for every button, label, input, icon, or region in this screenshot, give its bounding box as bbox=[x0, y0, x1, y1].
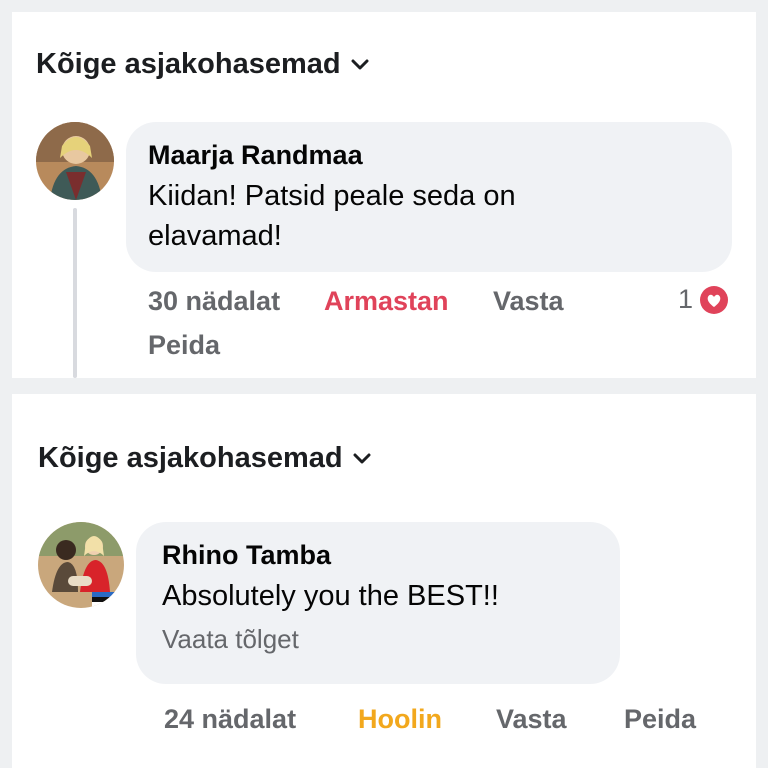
sort-dropdown[interactable]: Kõige asjakohasemad bbox=[38, 442, 371, 475]
reaction-button[interactable]: Armastan bbox=[324, 286, 449, 317]
comment-bubble[interactable]: Rhino Tamba Absolutely you the BEST!! Va… bbox=[136, 522, 620, 684]
reaction-button[interactable]: Hoolin bbox=[358, 704, 442, 735]
comment-text: Kiidan! Patsid peale seda on elavamad! bbox=[148, 180, 516, 252]
reaction-count[interactable]: 1 bbox=[678, 284, 729, 315]
hide-button[interactable]: Peida bbox=[148, 330, 220, 361]
reply-button[interactable]: Vasta bbox=[493, 286, 564, 317]
sort-label: Kõige asjakohasemad bbox=[38, 442, 343, 474]
avatar-image bbox=[36, 122, 114, 200]
comment-time[interactable]: 30 nädalat bbox=[148, 286, 280, 317]
chevron-down-icon bbox=[353, 453, 371, 463]
see-translation-link[interactable]: Vaata tõlget bbox=[162, 624, 594, 655]
comment-author[interactable]: Rhino Tamba bbox=[162, 538, 594, 572]
sort-dropdown[interactable]: Kõige asjakohasemad bbox=[36, 48, 369, 81]
comment-card: Kõige asjakohasemad Maarja Randmaa Kiida… bbox=[12, 12, 756, 378]
comment-bubble[interactable]: Maarja Randmaa Kiidan! Patsid peale seda… bbox=[126, 122, 732, 272]
comment-text: Absolutely you the BEST!! bbox=[162, 580, 499, 612]
chevron-down-icon bbox=[351, 59, 369, 69]
sort-label: Kõige asjakohasemad bbox=[36, 48, 341, 80]
reaction-count-value: 1 bbox=[678, 284, 694, 314]
comment-time[interactable]: 24 nädalat bbox=[164, 704, 296, 735]
avatar-image bbox=[38, 522, 124, 608]
reply-button[interactable]: Vasta bbox=[496, 704, 567, 735]
avatar[interactable] bbox=[38, 522, 124, 608]
hide-button[interactable]: Peida bbox=[624, 704, 696, 735]
heart-icon bbox=[700, 285, 729, 314]
thread-line bbox=[73, 208, 77, 378]
avatar[interactable] bbox=[36, 122, 114, 200]
comment-card: Kõige asjakohasemad Rhino Tamba Absolute… bbox=[12, 394, 756, 768]
comment-author[interactable]: Maarja Randmaa bbox=[148, 138, 710, 172]
